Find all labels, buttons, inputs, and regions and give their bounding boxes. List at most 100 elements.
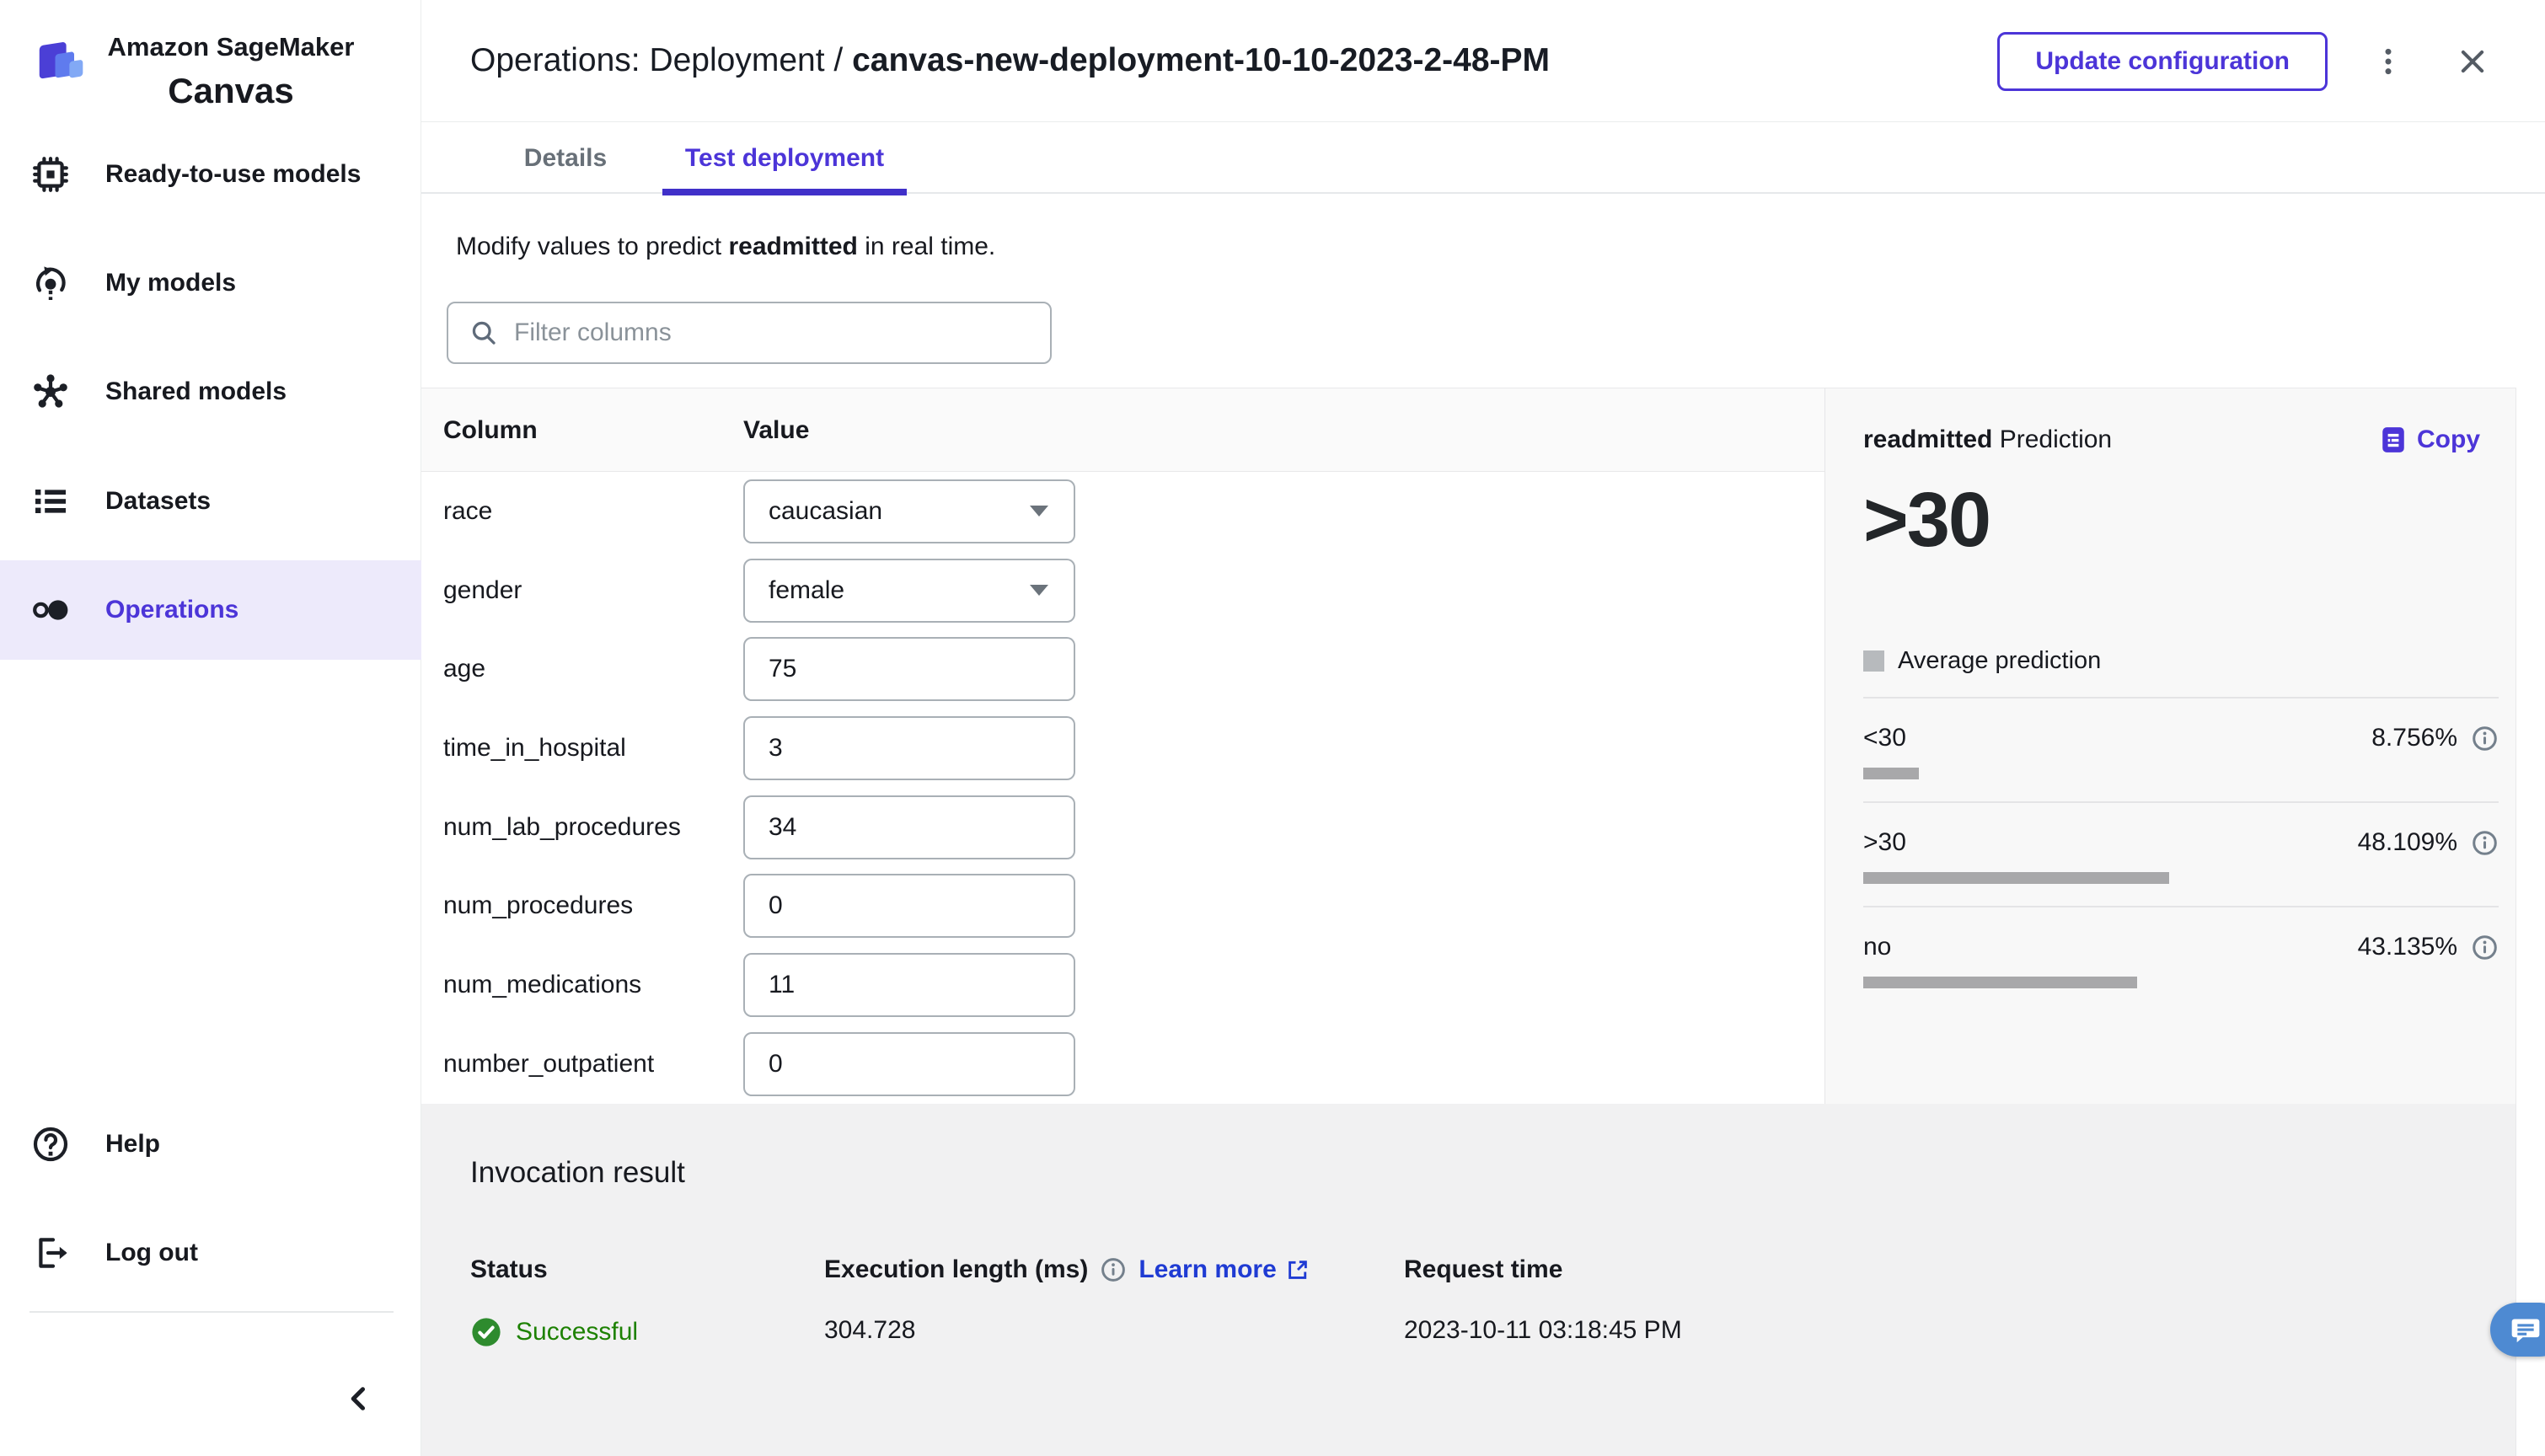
tab-test-deployment[interactable]: Test deployment (662, 123, 907, 195)
input-table: Column Value race caucasian gender femal… (421, 388, 1824, 1104)
copy-button[interactable]: Copy (2380, 426, 2480, 454)
request-time-label: Request time (1404, 1255, 1563, 1283)
copy-label: Copy (2417, 426, 2480, 453)
probability-row-lt30: <30 8.756% (1863, 724, 2499, 803)
tab-bar: Details Test deployment (421, 123, 2545, 195)
collapse-sidebar-button[interactable] (335, 1375, 383, 1422)
row-label: num_procedures (443, 891, 634, 920)
execution-length-label: Execution length (ms) Learn more (824, 1255, 1310, 1284)
sidebar-item-datasets[interactable]: Datasets (0, 452, 421, 551)
copy-icon (2382, 427, 2404, 452)
model-refresh-icon (30, 263, 71, 303)
sidebar: Amazon SageMaker Canvas Ready-to-use mod… (0, 0, 421, 1456)
number-outpatient-field-box (743, 1031, 1075, 1096)
row-label: number_outpatient (443, 1049, 655, 1078)
kebab-menu-icon (2385, 48, 2392, 74)
age-input[interactable] (769, 655, 1021, 684)
probability-row-no: no 43.135% (1863, 933, 2499, 988)
table-header-row: Column Value (421, 388, 1824, 472)
prediction-title: readmitted Prediction (1863, 426, 2112, 454)
probability-value: 43.135% (2357, 933, 2457, 961)
prediction-panel-header: readmitted Prediction Copy (1863, 426, 2499, 454)
race-select[interactable]: caucasian (743, 479, 1075, 543)
sidebar-item-ready-to-use-models[interactable]: Ready-to-use models (0, 125, 421, 224)
probability-bar-track (1863, 768, 2499, 779)
close-icon (2461, 50, 2484, 72)
prediction-panel: readmitted Prediction Copy >30 Average p… (1824, 388, 2516, 1104)
table-row-time-in-hospital: time_in_hospital (421, 709, 1824, 788)
sidebar-item-my-models[interactable]: My models (0, 233, 421, 333)
brand-line2: Canvas (168, 71, 294, 110)
main-area: Operations: Deployment / canvas-new-depl… (421, 0, 2545, 1456)
chat-widget-button[interactable] (2490, 1303, 2545, 1357)
sagemaker-canvas-logo-icon (39, 42, 83, 79)
gender-select-value: female (769, 575, 845, 604)
prediction-title-suffix: Prediction (1992, 426, 2113, 453)
info-icon[interactable] (1100, 1256, 1127, 1283)
filter-columns-box (447, 302, 1052, 364)
value-header: Value (743, 416, 810, 444)
info-icon[interactable] (2471, 725, 2499, 752)
filter-columns-input[interactable] (514, 318, 1037, 347)
sidebar-item-label: Ready-to-use models (105, 160, 362, 188)
sagemaker-canvas-app: Amazon SageMaker Canvas Ready-to-use mod… (0, 0, 2545, 1456)
probability-value: 8.756% (2371, 724, 2457, 752)
table-row-number-outpatient: number_outpatient (421, 1025, 1824, 1104)
info-icon[interactable] (2471, 934, 2499, 961)
execution-length-text: Execution length (ms) (824, 1255, 1089, 1283)
info-icon[interactable] (2471, 829, 2499, 857)
divider (1863, 801, 2499, 803)
num-lab-procedures-input[interactable] (769, 812, 1021, 842)
update-configuration-button[interactable]: Update configuration (1997, 31, 2328, 91)
learn-more-text: Learn more (1139, 1255, 1277, 1283)
probability-row-gt30: >30 48.109% (1863, 828, 2499, 907)
legend-swatch (1863, 650, 1884, 672)
probability-bar (1863, 872, 2169, 884)
sidebar-item-help[interactable]: Help (0, 1095, 421, 1194)
learn-more-link[interactable]: Learn more (1139, 1255, 1310, 1284)
probability-line: no 43.135% (1863, 933, 2499, 961)
intro-text: Modify values to predict readmitted in r… (456, 233, 995, 261)
status-value: Successful (470, 1316, 638, 1348)
tab-details[interactable]: Details (502, 123, 629, 194)
time-in-hospital-input[interactable] (769, 733, 1021, 763)
gender-select[interactable]: female (743, 558, 1075, 623)
num-medications-input[interactable] (769, 970, 1021, 999)
legend-label: Average prediction (1898, 647, 2102, 674)
row-label: race (443, 496, 493, 525)
sidebar-item-label: Log out (105, 1239, 198, 1266)
number-outpatient-input[interactable] (769, 1049, 1021, 1079)
predicted-value: >30 (1863, 477, 1991, 563)
probability-value: 48.109% (2357, 828, 2457, 856)
invocation-title: Invocation result (470, 1156, 685, 1189)
sidebar-item-logout[interactable]: Log out (0, 1203, 421, 1303)
close-modal-button[interactable] (2449, 38, 2496, 85)
table-row-num-lab-procedures: num_lab_procedures (421, 788, 1824, 867)
table-row-age: age (421, 629, 1824, 709)
scroll-gutter[interactable] (2516, 388, 2545, 1456)
row-label: num_lab_procedures (443, 812, 681, 841)
sidebar-item-shared-models[interactable]: Shared models (0, 342, 421, 442)
row-label: gender (443, 575, 522, 604)
table-row-num-procedures: num_procedures (421, 866, 1824, 945)
num-procedures-input[interactable] (769, 891, 1021, 921)
row-label: time_in_hospital (443, 733, 626, 762)
sidebar-item-label: Datasets (105, 487, 212, 515)
modal-header: Operations: Deployment / canvas-new-depl… (421, 0, 2545, 122)
table-row-race: race caucasian (421, 472, 1824, 551)
num-procedures-field-box (743, 874, 1075, 939)
sidebar-divider (29, 1311, 394, 1313)
sidebar-item-operations[interactable]: Operations (0, 560, 421, 660)
more-options-button[interactable] (2365, 38, 2412, 85)
probability-line: <30 8.756% (1863, 724, 2499, 752)
request-time-value: 2023-10-11 03:18:45 PM (1404, 1316, 1682, 1344)
average-prediction-legend: Average prediction (1863, 647, 2499, 675)
sidebar-item-label: Help (105, 1130, 161, 1158)
intro-target: readmitted (728, 233, 858, 260)
table-row-num-medications: num_medications (421, 945, 1824, 1025)
row-label: num_medications (443, 970, 642, 998)
brand-line1: Amazon SageMaker (107, 32, 355, 62)
page-title: Operations: Deployment / canvas-new-depl… (470, 42, 1550, 79)
probability-label: no (1863, 933, 1892, 961)
invocation-result-section: Invocation result Status Execution lengt… (421, 1104, 2516, 1456)
